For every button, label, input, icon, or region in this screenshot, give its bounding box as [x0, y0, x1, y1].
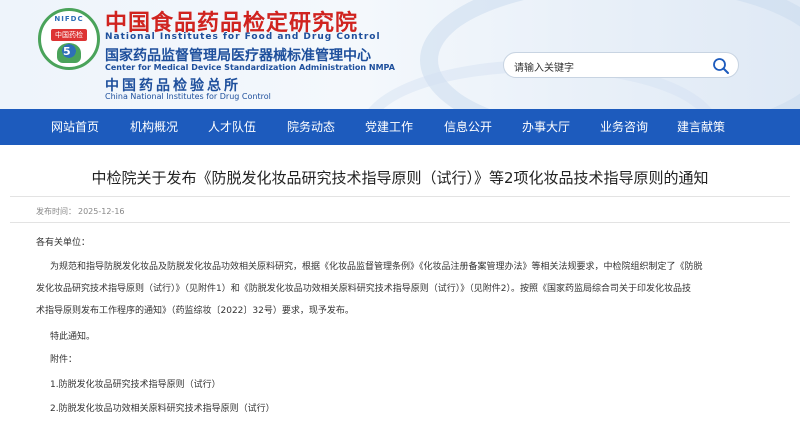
publish-date: 发布时间： 2025-12-16: [36, 206, 127, 217]
sub-title-2-en: China National Institutes for Drug Contr…: [105, 92, 271, 101]
nav-item-disclosure[interactable]: 信息公开: [444, 109, 492, 145]
paragraph-line: 术指导原则发布工作程序的通知》（药监综妆〔2022〕32号）要求，现予发布。: [36, 306, 354, 316]
search-input[interactable]: 请输入关键字: [514, 59, 574, 74]
paragraph-line: 发化妆品研究技术指导原则（试行）》（见附件1）和《防脱发化妆品功效相关原料研究技…: [36, 284, 691, 294]
attachments-label: 附件：: [50, 355, 78, 365]
publish-date-label: 发布时间：: [36, 207, 76, 216]
nav-item-party[interactable]: 党建工作: [365, 109, 413, 145]
logo-badge: 中国药检: [51, 29, 87, 41]
nav-item-consult[interactable]: 业务咨询: [600, 109, 648, 145]
article-title: 中检院关于发布《防脱发化妆品研究技术指导原则（试行）》等2项化妆品技术指导原则的…: [91, 169, 709, 187]
main-nav: 网站首页 机构概况 人才队伍 院务动态 党建工作 信息公开 办事大厅 业务咨询 …: [0, 109, 800, 145]
divider: [10, 196, 790, 197]
sub-title-1-en: Center for Medical Device Standardizatio…: [105, 63, 395, 72]
nav-item-about[interactable]: 机构概况: [130, 109, 178, 145]
site-title-en: National Institutes for Food and Drug Co…: [105, 32, 381, 42]
logo-number: 5: [63, 45, 71, 58]
paragraph-line: 为规范和指导防脱发化妆品及防脱发化妆品功效相关原料研究，根据《化妆品监督管理条例…: [50, 262, 703, 272]
nav-item-suggestions[interactable]: 建言献策: [677, 109, 725, 145]
nav-item-home[interactable]: 网站首页: [51, 109, 99, 145]
nav-item-talent[interactable]: 人才队伍: [208, 109, 256, 145]
greeting: 各有关单位：: [36, 238, 91, 248]
nav-item-news[interactable]: 院务动态: [287, 109, 335, 145]
attachment-link-2[interactable]: 2.防脱发化妆品功效相关原料研究技术指导原则（试行）: [50, 401, 275, 414]
attachment-link-1[interactable]: 1.防脱发化妆品研究技术指导原则（试行）: [50, 377, 221, 390]
nifdc-logo[interactable]: NIFDC 中国药检 5: [38, 8, 100, 70]
search-icon[interactable]: [712, 57, 730, 75]
divider: [10, 222, 790, 223]
nav-item-service-hall[interactable]: 办事大厅: [522, 109, 570, 145]
logo-text: NIFDC: [54, 15, 84, 23]
search-box[interactable]: 请输入关键字: [503, 52, 739, 78]
publish-date-value: 2025-12-16: [78, 207, 125, 216]
notice-text: 特此通知。: [50, 332, 96, 342]
sub-title-1-cn: 国家药品监督管理局医疗器械标准管理中心: [105, 48, 371, 64]
site-header: NIFDC 中国药检 5 中国食品药品检定研究院 National Instit…: [0, 0, 800, 109]
